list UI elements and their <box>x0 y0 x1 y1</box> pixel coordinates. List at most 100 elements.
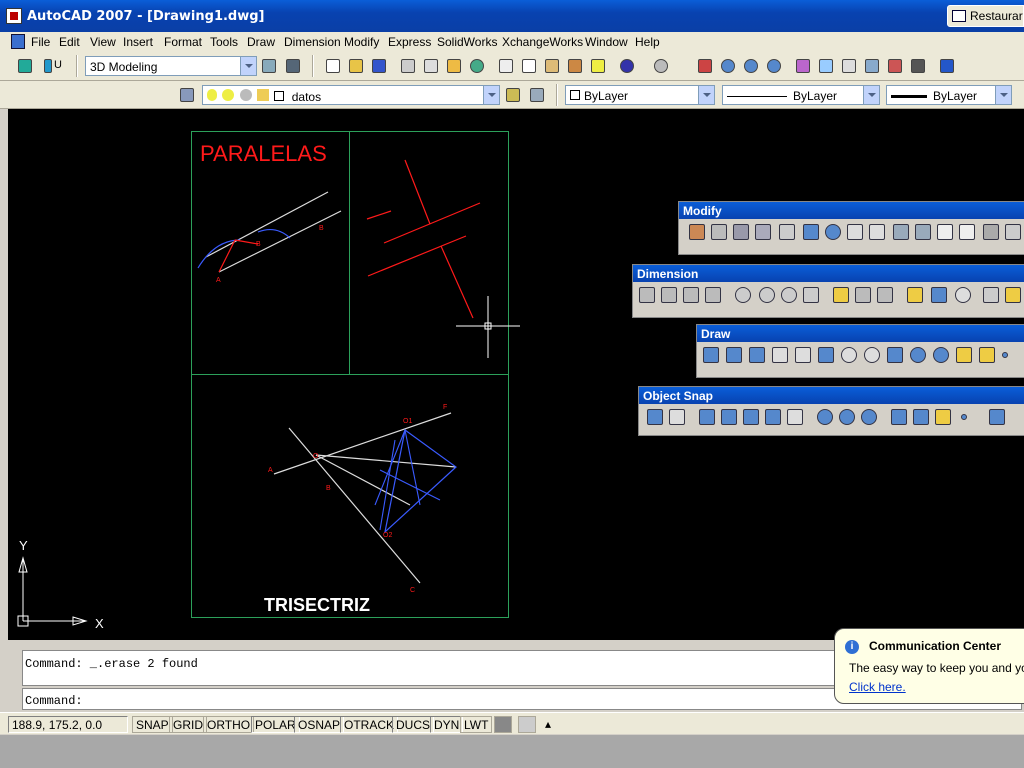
markup-icon[interactable] <box>884 55 906 77</box>
calculator-icon[interactable] <box>907 55 929 77</box>
stretch-icon[interactable] <box>869 224 885 240</box>
plot-icon[interactable] <box>397 55 419 77</box>
snap-extension-icon[interactable] <box>787 409 803 425</box>
trim-icon[interactable] <box>893 224 909 240</box>
workspace-select[interactable]: 3D Modeling <box>85 56 257 76</box>
polygon-icon[interactable] <box>772 347 788 363</box>
help-icon[interactable] <box>936 55 958 77</box>
mirror-icon[interactable] <box>733 224 749 240</box>
menu-tools[interactable]: Tools <box>210 35 238 49</box>
tool-palettes-icon[interactable] <box>838 55 860 77</box>
new-icon[interactable] <box>322 55 344 77</box>
menu-format[interactable]: Format <box>164 35 202 49</box>
menu-express[interactable]: Express <box>388 35 431 49</box>
snap-center-icon[interactable] <box>817 409 833 425</box>
tolerance-icon[interactable] <box>931 287 947 303</box>
ducs-toggle[interactable]: DUCS <box>392 716 435 733</box>
lock-icon[interactable] <box>257 89 270 101</box>
continue-icon[interactable] <box>877 287 893 303</box>
design-center-icon[interactable] <box>815 55 837 77</box>
copy-icon[interactable] <box>518 55 540 77</box>
paste-icon[interactable] <box>541 55 563 77</box>
dimension-toolbar[interactable]: Dimension <box>632 264 1024 318</box>
make-block-icon[interactable] <box>979 347 995 363</box>
snap-node-icon[interactable] <box>961 414 967 420</box>
3d-cube-button[interactable] <box>14 55 36 77</box>
dimension-toolbar-title[interactable]: Dimension <box>633 265 1024 282</box>
snap-from-icon[interactable] <box>669 409 685 425</box>
point-icon[interactable] <box>1002 352 1008 358</box>
autocad-app-icon[interactable] <box>6 8 22 24</box>
layer-manager-icon[interactable] <box>176 84 198 106</box>
snap-parallel-icon[interactable] <box>913 409 929 425</box>
diameter-icon[interactable] <box>781 287 797 303</box>
menu-edit[interactable]: Edit <box>59 35 80 49</box>
workspace-save-button[interactable] <box>282 55 304 77</box>
layer-select[interactable]: datos <box>202 85 500 105</box>
draw-toolbar[interactable]: Draw <box>696 324 1024 378</box>
angular-icon[interactable] <box>803 287 819 303</box>
arc-length-icon[interactable] <box>683 287 699 303</box>
dyn-toggle[interactable]: DYN <box>430 716 464 733</box>
rotate-icon[interactable] <box>825 224 841 240</box>
balloon-link[interactable]: Click here. <box>849 680 906 694</box>
publish-web-icon[interactable] <box>466 55 488 77</box>
plot-preview-icon[interactable] <box>420 55 442 77</box>
layer-thaw-icon[interactable] <box>222 89 235 101</box>
open-icon[interactable] <box>345 55 367 77</box>
menu-modify[interactable]: Modify <box>344 35 379 49</box>
make-object-layer-current-icon[interactable] <box>502 84 524 106</box>
lwt-toggle[interactable]: LWT <box>460 716 493 733</box>
sheet-set-icon[interactable] <box>861 55 883 77</box>
drawing-canvas[interactable]: PARALELAS A B B A O B O1 F O2 C TRISECTR… <box>8 109 1024 640</box>
draw-toolbar-title[interactable]: Draw <box>697 325 1024 342</box>
redo-icon[interactable] <box>650 55 672 77</box>
color-select[interactable]: ByLayer <box>565 85 715 105</box>
save-icon[interactable] <box>368 55 390 77</box>
lineweight-select[interactable]: ByLayer <box>886 85 1012 105</box>
ordinate-icon[interactable] <box>705 287 721 303</box>
snap-endpoint-icon[interactable] <box>699 409 715 425</box>
move-icon[interactable] <box>803 224 819 240</box>
snap-tangent-icon[interactable] <box>861 409 877 425</box>
object-snap-toolbar[interactable]: Object Snap <box>638 386 1024 436</box>
construction-line-icon[interactable] <box>726 347 742 363</box>
menu-draw[interactable]: Draw <box>247 35 275 49</box>
jogged-icon[interactable] <box>759 287 775 303</box>
zoom-window-icon[interactable] <box>740 55 762 77</box>
extend-icon[interactable] <box>915 224 931 240</box>
snap-insert-icon[interactable] <box>935 409 951 425</box>
radius-icon[interactable] <box>735 287 751 303</box>
dimension-edit-icon[interactable] <box>983 287 999 303</box>
join-icon[interactable] <box>983 224 999 240</box>
ortho-toggle[interactable]: ORTHO <box>203 716 255 733</box>
match-properties-icon[interactable] <box>564 55 586 77</box>
menu-insert[interactable]: Insert <box>123 35 153 49</box>
undo-icon[interactable] <box>616 55 638 77</box>
offset-icon[interactable] <box>755 224 771 240</box>
object-snap-toolbar-title[interactable]: Object Snap <box>639 387 1024 404</box>
chevron-down-icon[interactable] <box>995 86 1011 104</box>
spline-icon[interactable] <box>887 347 903 363</box>
quick-leader-icon[interactable] <box>907 287 923 303</box>
zoom-realtime-icon[interactable] <box>717 55 739 77</box>
erase-icon[interactable] <box>689 224 705 240</box>
snap-toggle[interactable]: SNAP <box>132 716 173 733</box>
communication-center-balloon[interactable]: i Communication Center The easy way to k… <box>834 628 1024 704</box>
ellipse-arc-icon[interactable] <box>933 347 949 363</box>
grid-toggle[interactable]: GRID <box>169 716 207 733</box>
chevron-down-icon[interactable] <box>240 57 256 75</box>
chamfer-icon[interactable] <box>1005 224 1021 240</box>
baseline-icon[interactable] <box>855 287 871 303</box>
layout-icon[interactable] <box>518 716 536 733</box>
array-icon[interactable] <box>779 224 795 240</box>
linetype-select[interactable]: ByLayer <box>722 85 880 105</box>
osnap-toggle[interactable]: OSNAP <box>294 716 345 733</box>
snap-apparent-intersection-icon[interactable] <box>765 409 781 425</box>
publish-icon[interactable] <box>443 55 465 77</box>
menu-xchangeworks[interactable]: XchangeWorks <box>502 35 583 49</box>
menu-help[interactable]: Help <box>635 35 660 49</box>
cut-icon[interactable] <box>495 55 517 77</box>
polar-toggle[interactable]: POLAR <box>251 716 300 733</box>
coordinates-display[interactable]: 188.9, 175.2, 0.0 <box>8 716 128 733</box>
